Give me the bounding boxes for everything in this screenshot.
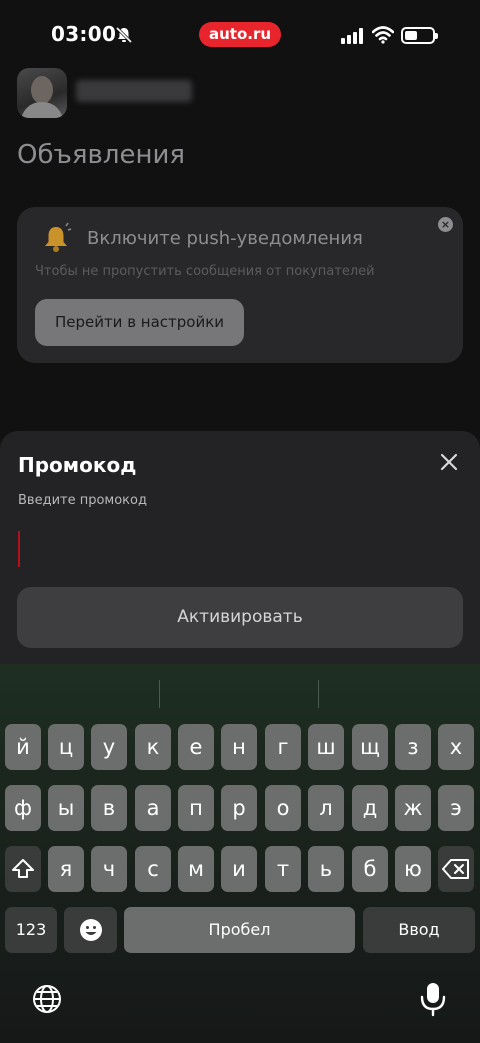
key[interactable]: я xyxy=(48,846,84,892)
backspace-icon xyxy=(442,859,469,879)
emoji-key[interactable] xyxy=(64,907,117,953)
key[interactable]: х xyxy=(438,724,474,770)
shift-key[interactable] xyxy=(5,846,41,892)
key[interactable]: ь xyxy=(308,846,344,892)
key[interactable]: г xyxy=(265,724,301,770)
push-notification-card: Включите push-уведомления × Чтобы не про… xyxy=(17,207,463,363)
key[interactable]: у xyxy=(91,724,127,770)
promo-code-input[interactable] xyxy=(17,523,463,569)
push-card-title: Включите push-уведомления xyxy=(87,228,363,249)
user-name-blurred xyxy=(76,80,192,102)
key[interactable]: з xyxy=(395,724,431,770)
key[interactable]: й xyxy=(5,724,41,770)
space-key[interactable]: Пробел xyxy=(124,907,355,953)
bell-slash-icon xyxy=(115,26,133,44)
backspace-key[interactable] xyxy=(438,846,474,892)
app-badge[interactable]: auto.ru xyxy=(199,22,281,47)
key[interactable]: ф xyxy=(5,785,41,831)
status-time: 03:00 xyxy=(51,22,117,46)
key[interactable]: ы xyxy=(48,785,84,831)
wifi-icon xyxy=(372,26,394,44)
key[interactable]: е xyxy=(178,724,214,770)
text-caret xyxy=(18,531,20,567)
keyboard: й ц у к е н г ш щ з х ф ы в а п р о л д … xyxy=(0,664,480,1043)
battery-icon xyxy=(401,27,438,44)
sheet-title: Промокод xyxy=(18,453,137,477)
numbers-key[interactable]: 123 xyxy=(5,907,57,953)
key[interactable]: д xyxy=(352,785,388,831)
key[interactable]: ж xyxy=(395,785,431,831)
background-page: Объявления Включите push-уведомления × Ч… xyxy=(0,60,480,440)
key[interactable]: ч xyxy=(91,846,127,892)
key[interactable]: а xyxy=(135,785,171,831)
key[interactable]: о xyxy=(265,785,301,831)
suggestion-divider xyxy=(159,680,160,708)
avatar[interactable] xyxy=(17,68,67,118)
suggestion-divider xyxy=(318,680,319,708)
key[interactable]: л xyxy=(308,785,344,831)
key[interactable]: с xyxy=(135,846,171,892)
activate-button[interactable]: Активировать xyxy=(17,587,463,648)
shift-icon xyxy=(12,859,34,878)
push-card-subtitle: Чтобы не пропустить сообщения от покупат… xyxy=(35,264,375,279)
bell-icon xyxy=(45,222,72,252)
key[interactable]: т xyxy=(265,846,301,892)
open-settings-button[interactable]: Перейти в настройки xyxy=(35,299,244,346)
key[interactable]: б xyxy=(352,846,388,892)
key[interactable]: н xyxy=(221,724,257,770)
key[interactable]: щ xyxy=(352,724,388,770)
key[interactable]: ц xyxy=(48,724,84,770)
close-icon[interactable]: × xyxy=(438,217,453,232)
key[interactable]: ю xyxy=(395,846,431,892)
key[interactable]: п xyxy=(178,785,214,831)
page-title: Объявления xyxy=(17,140,185,170)
key[interactable]: м xyxy=(178,846,214,892)
globe-icon[interactable] xyxy=(31,983,63,1015)
key[interactable]: э xyxy=(438,785,474,831)
enter-key[interactable]: Ввод xyxy=(363,907,475,953)
microphone-icon[interactable] xyxy=(418,981,448,1017)
promo-field-label: Введите промокод xyxy=(18,493,147,508)
key[interactable]: р xyxy=(221,785,257,831)
cellular-signal-icon xyxy=(341,28,363,44)
promo-code-sheet: Промокод Введите промокод Активировать xyxy=(0,431,480,671)
key[interactable]: и xyxy=(221,846,257,892)
key[interactable]: к xyxy=(135,724,171,770)
key[interactable]: в xyxy=(91,785,127,831)
key[interactable]: ш xyxy=(308,724,344,770)
emoji-icon xyxy=(80,919,102,941)
close-icon[interactable] xyxy=(438,451,460,473)
